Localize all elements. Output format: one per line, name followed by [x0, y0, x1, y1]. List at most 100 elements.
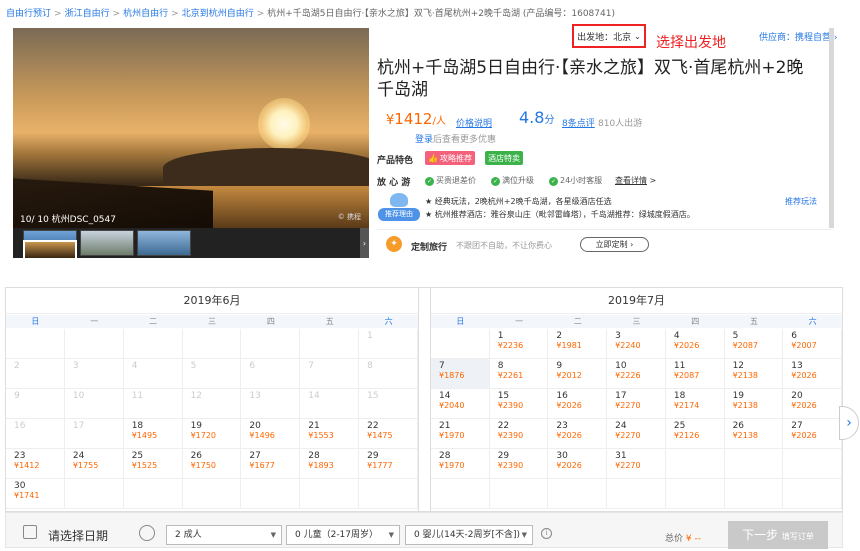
calendar-day[interactable]: 16 ¥2026 — [548, 389, 608, 419]
day-number: 9 — [14, 391, 20, 401]
calendar-day[interactable]: 4 ¥2026 — [665, 329, 725, 359]
month-title: 2019年6月 — [6, 288, 418, 314]
calendar-day[interactable]: 24 ¥1755 — [64, 449, 124, 479]
calendar-day[interactable]: 20 ¥1496 — [241, 419, 301, 449]
calendar-empty — [783, 449, 842, 479]
calendar-day[interactable]: 24 ¥2270 — [607, 419, 666, 449]
calendar-day[interactable]: 5 ¥2087 — [724, 329, 784, 359]
children-value: 0 儿童（2-17周岁） — [295, 530, 379, 540]
calendar-day[interactable]: 22 ¥1475 — [359, 419, 418, 449]
calendar-day[interactable]: 29 ¥1777 — [359, 449, 418, 479]
scrollbar[interactable] — [829, 28, 834, 228]
day-price: ¥2270 — [615, 401, 641, 410]
more-plans-link[interactable]: 推荐玩法 — [785, 196, 817, 207]
departure-select[interactable]: 出发地：北京 ⌄ — [572, 24, 646, 48]
calendar-day[interactable]: 11 ¥2087 — [665, 359, 725, 389]
infants-select[interactable]: 0 婴儿(14天-2周岁[不含]) ▼ — [405, 525, 533, 545]
calendar-day[interactable]: 25 ¥1525 — [123, 449, 183, 479]
day-price: ¥1741 — [14, 491, 40, 500]
main-photo[interactable]: 10/ 10 杭州DSC_0547 © 携程 — [13, 28, 369, 228]
calendar-day[interactable]: 27 ¥1677 — [241, 449, 301, 479]
tag-guide[interactable]: 👍 攻略推荐 — [425, 151, 475, 165]
calendar-day[interactable]: 31 ¥2270 — [607, 449, 666, 479]
calendar-day[interactable]: 3 ¥2240 — [607, 329, 666, 359]
calendar-day[interactable]: 28 ¥1893 — [300, 449, 360, 479]
breadcrumb-link-4[interactable]: 北京到杭州自由行 — [182, 9, 254, 19]
calendar-next-icon[interactable]: › — [839, 406, 859, 440]
info-icon[interactable]: i — [541, 528, 552, 539]
calendar-day[interactable]: 9 ¥2012 — [548, 359, 608, 389]
check-icon: ✓ — [491, 177, 500, 186]
tag-hotel[interactable]: 酒店特卖 — [485, 151, 523, 165]
calendar-day[interactable]: 1 ¥2236 — [489, 329, 549, 359]
person-icon — [139, 525, 155, 541]
day-number: 3 — [72, 361, 79, 371]
calendar-day[interactable]: 23 ¥1412 — [6, 449, 65, 479]
breadcrumb-link-3[interactable]: 杭州自由行 — [123, 9, 168, 19]
calendar-day: 1 — [359, 329, 418, 359]
thumb-next-icon[interactable]: › — [360, 228, 369, 258]
price-note-link[interactable]: 价格说明 — [456, 116, 492, 129]
date-select[interactable]: 请选择日期 — [48, 527, 108, 544]
breadcrumb-link-2[interactable]: 浙江自由行 — [65, 9, 110, 19]
calendar-day[interactable]: 30 ¥2026 — [548, 449, 608, 479]
day-number: 23 — [14, 451, 26, 461]
calendar-day[interactable]: 12 ¥2138 — [724, 359, 784, 389]
calendar-day[interactable]: 17 ¥2270 — [607, 389, 666, 419]
calendar-day[interactable]: 29 ¥2390 — [489, 449, 549, 479]
custom-now-button[interactable]: 立即定制 › — [580, 237, 649, 252]
thumbnail-selected[interactable] — [23, 240, 77, 260]
adults-select[interactable]: 2 成人 ▼ — [166, 525, 282, 545]
supplier-link[interactable]: 供应商：携程自营 › — [759, 30, 838, 43]
calendar-day[interactable]: 19 ¥2138 — [724, 389, 784, 419]
weekday-label: 日 — [31, 317, 40, 326]
calendar-day[interactable]: 14 ¥2040 — [431, 389, 490, 419]
day-price: ¥2240 — [615, 341, 641, 350]
day-price: ¥1496 — [249, 431, 275, 440]
breadcrumb-link-1[interactable]: 自由行预订 — [6, 9, 51, 19]
photo-caption: 10/ 10 杭州DSC_0547 — [20, 215, 116, 225]
calendar-day[interactable]: 20 ¥2026 — [783, 389, 842, 419]
calendar-day[interactable]: 21 ¥1553 — [300, 419, 360, 449]
calendar-day[interactable]: 15 ¥2390 — [489, 389, 549, 419]
calendar-day[interactable]: 18 ¥2174 — [665, 389, 725, 419]
calendar-day[interactable]: 26 ¥1750 — [182, 449, 242, 479]
day-price: ¥1553 — [308, 431, 334, 440]
calendar-day[interactable]: 6 ¥2007 — [783, 329, 842, 359]
calendar-day[interactable]: 13 ¥2026 — [783, 359, 842, 389]
breadcrumb-current: 杭州+千岛湖5日自由行·【亲水之旅】双飞·首尾杭州+2晚千岛湖 (产品编号：16… — [267, 9, 615, 19]
calendar-day[interactable]: 25 ¥2126 — [665, 419, 725, 449]
calendar-day[interactable]: 2 ¥1981 — [548, 329, 608, 359]
infants-value: 0 婴儿(14天-2周岁[不含]) — [414, 530, 521, 540]
day-grid: 1 2 3 4 5 6 7 8 9 10 11 12 13 14 15 16 17 18 ¥1495 19 ¥1720 2… — [6, 329, 418, 509]
calendar-day[interactable]: 10 ¥2226 — [607, 359, 666, 389]
calendar-day[interactable]: 8 ¥2261 — [489, 359, 549, 389]
worry-detail-link[interactable]: 查看详情 > — [615, 175, 656, 186]
calendar-day[interactable]: 18 ¥1495 — [123, 419, 183, 449]
calendar-day[interactable]: 21 ¥1970 — [431, 419, 490, 449]
calendar-day[interactable]: 23 ¥2026 — [548, 419, 608, 449]
calendar-day[interactable]: 30 ¥1741 — [6, 479, 65, 509]
supplier-text: 供应商：携程自营 — [759, 33, 832, 43]
calendar-day[interactable]: 26 ¥2138 — [724, 419, 784, 449]
price-unit: /人 — [432, 116, 446, 127]
day-number: 19 — [190, 421, 203, 431]
calendar-day[interactable]: 27 ¥2026 — [783, 419, 842, 449]
login-link[interactable]: 登录 — [415, 135, 433, 145]
calendar-day[interactable]: 22 ¥2390 — [489, 419, 549, 449]
children-select[interactable]: 0 儿童（2-17周岁） ▼ — [286, 525, 400, 545]
day-price: ¥2138 — [732, 401, 759, 410]
reviews-link[interactable]: 8条点评 — [562, 116, 595, 129]
day-price: ¥2012 — [556, 371, 582, 380]
custom-travel-subtitle: 不跟团不自助，不让你费心 — [456, 241, 552, 250]
calendar-empty — [64, 479, 124, 509]
calendar-day[interactable]: 28 ¥1970 — [431, 449, 490, 479]
thumbnail[interactable] — [137, 230, 191, 256]
next-step-button[interactable]: 下一步 填写订单 — [728, 521, 828, 549]
month-title: 2019年7月 — [431, 288, 842, 314]
calendar-day: 5 — [182, 359, 242, 389]
calendar-day[interactable]: 7 ¥1876 — [431, 359, 490, 389]
calendar-day[interactable]: 19 ¥1720 — [182, 419, 242, 449]
thumbnail[interactable] — [80, 230, 134, 256]
breadcrumb-sep: > — [54, 9, 62, 19]
